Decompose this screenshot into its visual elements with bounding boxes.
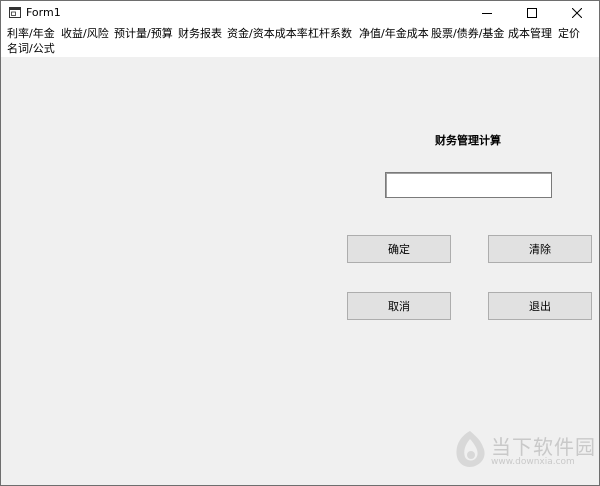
menu-item-interest-annuity[interactable]: 利率/年金	[7, 27, 55, 41]
menu-item-leverage[interactable]: 杠杆系数	[308, 27, 352, 41]
menu-item-stock-bond-fund[interactable]: 股票/债券/基金	[431, 27, 504, 41]
cancel-button[interactable]: 取消	[347, 292, 451, 320]
menu-item-financial-statements[interactable]: 财务报表	[178, 27, 222, 41]
window-title: Form1	[26, 6, 61, 19]
watermark-logo-icon	[456, 431, 485, 467]
menu-item-capital-cost-rate[interactable]: 资金/资本成本率	[227, 27, 308, 41]
app-icon	[9, 7, 21, 18]
minimize-icon	[481, 13, 492, 14]
maximize-icon	[526, 8, 537, 18]
clear-button[interactable]: 清除	[488, 235, 592, 263]
watermark-url: www.downxia.com	[491, 457, 575, 467]
form-heading: 财务管理计算	[435, 134, 501, 147]
ok-button[interactable]: 确定	[347, 235, 451, 263]
close-icon	[571, 8, 582, 18]
form-client-area	[1, 57, 599, 485]
app-window: Form1 利率/年金 收益/风险 预计量/预算 财务报表 资金/资本成本率 杠…	[0, 0, 600, 486]
menu-bar: 利率/年金 收益/风险 预计量/预算 财务报表 资金/资本成本率 杠杆系数 净值…	[1, 25, 599, 57]
watermark-site-name: 当下软件园	[491, 435, 596, 459]
menu-item-net-value-annuity-cost[interactable]: 净值/年金成本	[359, 27, 429, 41]
menu-item-terms-formulas[interactable]: 名词/公式	[7, 42, 55, 56]
menu-item-return-risk[interactable]: 收益/风险	[61, 27, 109, 41]
title-bar[interactable]: Form1	[1, 1, 599, 25]
watermark: 当下软件园 www.downxia.com	[451, 429, 595, 475]
menu-item-pricing[interactable]: 定价	[558, 27, 580, 41]
maximize-button[interactable]	[509, 1, 554, 25]
minimize-button[interactable]	[464, 1, 509, 25]
menu-item-cost-management[interactable]: 成本管理	[508, 27, 552, 41]
calculation-input[interactable]	[385, 172, 552, 198]
close-button[interactable]	[554, 1, 599, 25]
menu-item-forecast-budget[interactable]: 预计量/预算	[114, 27, 173, 41]
exit-button[interactable]: 退出	[488, 292, 592, 320]
